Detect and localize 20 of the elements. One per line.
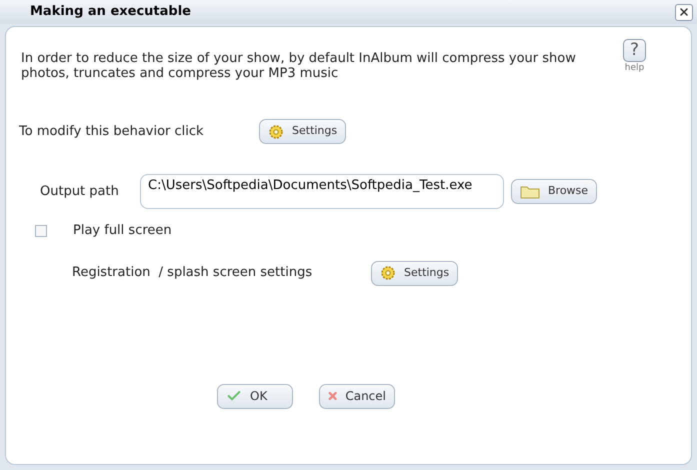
full-screen-label: Play full screen — [73, 222, 172, 240]
registration-label: Registration / splash screen settings — [72, 264, 314, 282]
folder-icon — [520, 184, 540, 198]
ok-button[interactable]: OK — [217, 384, 293, 408]
window-title: Making an executable — [30, 3, 191, 22]
gear-icon — [268, 124, 284, 140]
output-path-label: Output path — [40, 182, 120, 201]
settings-button[interactable]: Settings — [259, 119, 346, 144]
gear-icon — [380, 265, 396, 281]
browse-button[interactable]: Browse — [511, 179, 598, 204]
modify-label: To modify this behavior click — [19, 122, 205, 141]
help-label: help — [624, 62, 644, 75]
description-text: In order to reduce the size of your show, by default InAlbum will compress your show photos, truncates and compress your MP3 music — [21, 51, 577, 81]
full-screen-checkbox[interactable] — [35, 224, 47, 237]
settings-button[interactable]: Settings — [371, 260, 458, 286]
output-path-field[interactable]: C:\Users\Softpedia\Documents\Softpedia_Test.exe — [140, 174, 504, 209]
close-icon — [678, 6, 690, 18]
close-button[interactable] — [675, 4, 693, 20]
cancel-button[interactable]: Cancel — [319, 384, 395, 408]
help-button[interactable]: ? — [623, 39, 646, 62]
